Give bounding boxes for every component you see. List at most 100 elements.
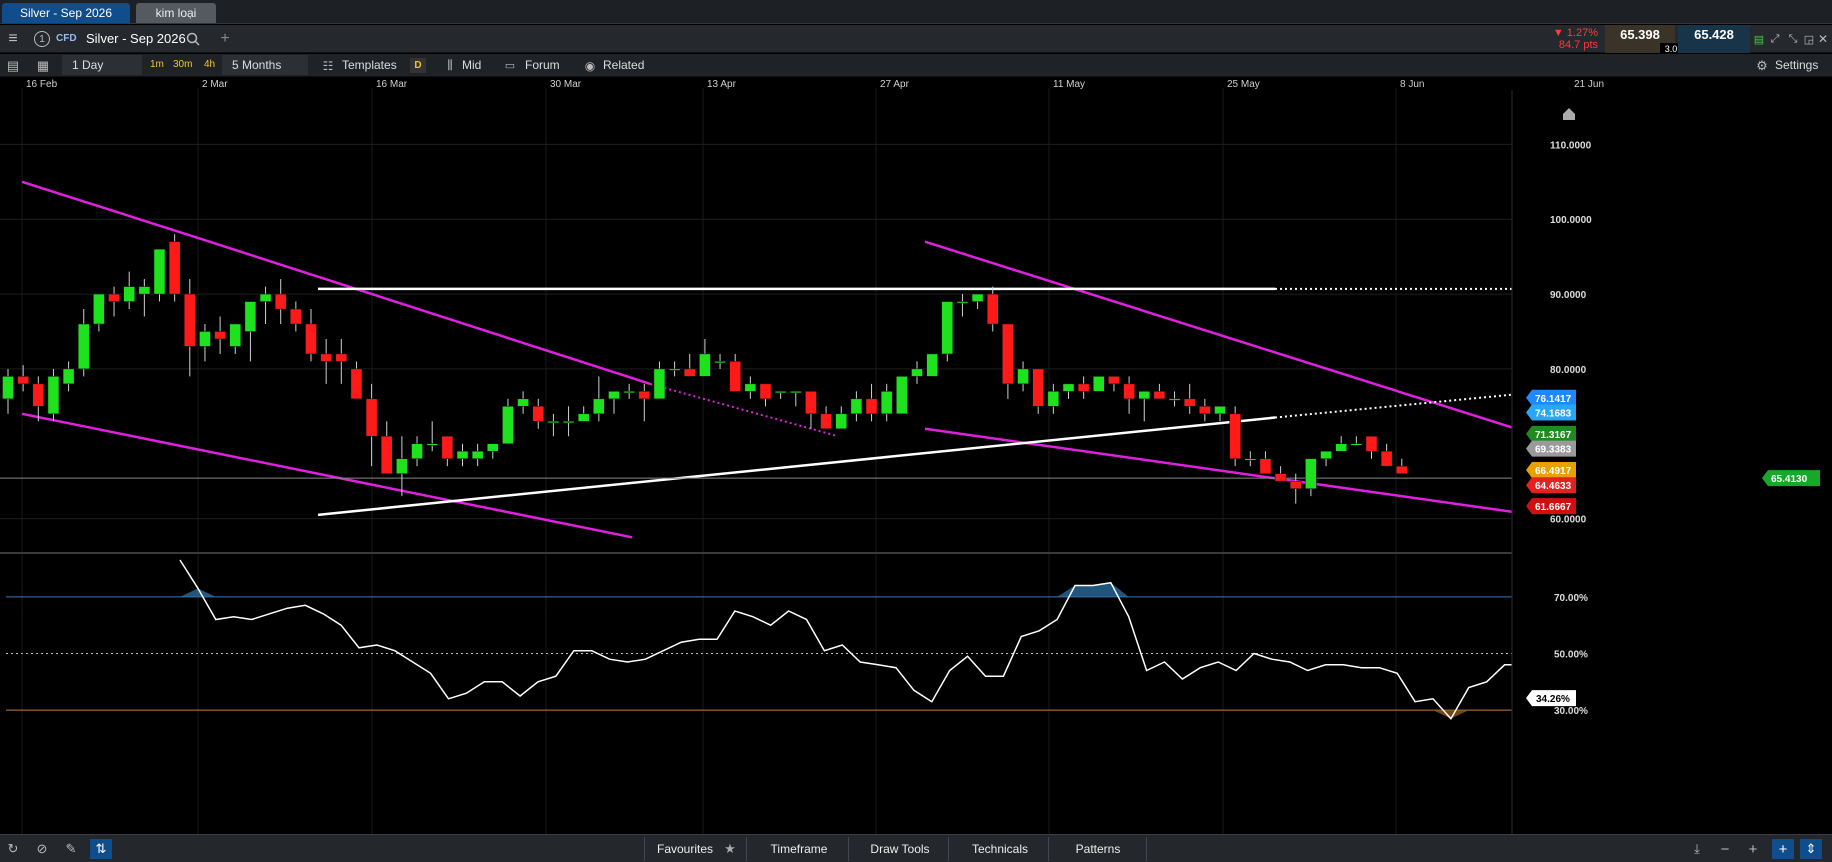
candle-down — [865, 398, 878, 415]
bottom-toolbar: ↻ ⊘ ✎ ⇅ Favourites ★ Timeframe Draw Tool… — [0, 834, 1832, 862]
star-icon[interactable]: ★ — [722, 839, 738, 859]
refresh-icon[interactable]: ↻ — [4, 839, 22, 859]
timeframe-button[interactable]: Timeframe — [758, 839, 840, 859]
candle-up — [2, 376, 14, 400]
candle-down — [290, 308, 302, 325]
buy-price-button[interactable]: 65.428 — [1678, 25, 1750, 53]
tab-kim-loai[interactable]: kim loại — [136, 3, 216, 23]
candle-up — [47, 376, 60, 415]
price-chart[interactable]: 16 Feb 2 Mar 16 Mar 30 Mar 13 Apr 27 Apr 11 Ma… — [0, 78, 1832, 846]
draw-tools-button[interactable]: Draw Tools — [860, 839, 940, 859]
fit-icon[interactable]: ⤓ — [1688, 839, 1706, 859]
date-label: 16 Mar — [376, 79, 408, 90]
quick-30m[interactable]: 30m — [173, 55, 192, 75]
candle-down — [441, 436, 454, 459]
candle-up — [790, 391, 802, 394]
candle-up — [487, 443, 499, 452]
osc-tick-label: 30.00% — [1554, 706, 1588, 717]
expand-icon[interactable]: ⤡ — [1786, 29, 1800, 49]
candle-up — [577, 413, 590, 422]
change-points: 84.7 pts — [1558, 39, 1598, 51]
osc-tick-label: 70.00% — [1554, 593, 1588, 604]
tab-silver[interactable]: Silver - Sep 2026 — [2, 3, 130, 23]
instrument-title[interactable]: Silver - Sep 2026 — [86, 29, 186, 49]
candle-down — [108, 293, 120, 302]
candle-up — [971, 293, 984, 302]
settings-button[interactable]: Settings — [1775, 55, 1818, 75]
candle-down — [1380, 450, 1393, 467]
forum-button[interactable]: Forum — [525, 55, 560, 75]
candle-up — [911, 368, 923, 377]
quick-4h[interactable]: 4h — [204, 55, 215, 75]
candle-down — [1365, 436, 1378, 452]
candle-up — [244, 301, 257, 332]
candle-up — [123, 286, 135, 302]
add-chart-icon[interactable]: + — [1772, 839, 1794, 859]
technicals-button[interactable]: Technicals — [960, 839, 1040, 859]
candle-down — [274, 293, 287, 310]
related-button[interactable]: Related — [603, 55, 644, 75]
grid-icon[interactable]: ▦ — [34, 56, 52, 75]
zoom-out-icon[interactable]: − — [1716, 839, 1734, 859]
hide-icon[interactable]: ⊘ — [33, 839, 51, 859]
pencil-icon[interactable]: ✎ — [62, 839, 80, 859]
price-tag-label: 66.4917 — [1535, 466, 1572, 477]
candle-up — [547, 421, 560, 424]
d-badge[interactable]: D — [410, 58, 426, 73]
interval-select[interactable]: 1 Day — [62, 55, 142, 75]
templates-button[interactable]: Templates — [342, 55, 397, 75]
candle-up — [1320, 450, 1332, 459]
candle-up — [62, 368, 75, 385]
range-select[interactable]: 5 Months — [222, 55, 308, 75]
candle-up — [396, 458, 408, 474]
candle-up — [1350, 443, 1363, 446]
candle-up — [593, 398, 605, 415]
candle-up — [1244, 458, 1257, 461]
candle-down — [1108, 376, 1120, 385]
candle-up — [1093, 376, 1105, 392]
mid-button[interactable]: Mid — [462, 55, 481, 75]
price-tag-label: 74.1683 — [1535, 409, 1572, 420]
price-tick-label: 110.0000 — [1550, 140, 1592, 151]
menu-icon[interactable]: ≡ — [4, 29, 22, 49]
price-tick-label: 60.0000 — [1550, 515, 1587, 526]
candle-up — [411, 443, 423, 459]
date-label: 2 Mar — [202, 79, 228, 90]
date-label: 30 Mar — [550, 79, 582, 90]
candle-up — [1017, 368, 1029, 385]
add-icon[interactable]: + — [216, 29, 234, 49]
patterns-button[interactable]: Patterns — [1060, 839, 1136, 859]
candle-up — [471, 450, 484, 459]
layout-icon[interactable]: ▤ — [4, 56, 22, 75]
date-label: 11 May — [1053, 79, 1085, 90]
favourites-button[interactable]: Favourites — [652, 839, 718, 859]
crosshair-icon[interactable]: ⇅ — [90, 839, 112, 859]
zoom-in-icon[interactable]: + — [1744, 839, 1762, 859]
close-icon[interactable]: ✕ — [1816, 29, 1830, 49]
chart-area[interactable]: 16 Feb 2 Mar 16 Mar 30 Mar 13 Apr 27 Apr 11 Ma… — [0, 78, 1832, 846]
search-icon[interactable] — [184, 29, 202, 49]
pin-icon[interactable]: ⤢ — [1768, 29, 1782, 49]
candle-down — [1153, 391, 1166, 400]
candle-up — [1214, 406, 1226, 415]
candle-up — [926, 353, 938, 377]
price-axis — [1512, 90, 1832, 846]
scroll-icon[interactable]: ⇕ — [1800, 839, 1822, 859]
market-depth-icon[interactable]: ▤ — [1752, 29, 1766, 49]
instrument-number[interactable]: 1 — [34, 31, 50, 47]
candle-up — [138, 286, 151, 295]
date-label: 8 Jun — [1400, 79, 1424, 90]
candle-down — [1183, 398, 1196, 407]
price-tick-label: 80.0000 — [1550, 365, 1587, 376]
candle-down — [987, 293, 999, 325]
candle-down — [759, 383, 772, 400]
candle-down — [805, 391, 817, 415]
candle-down — [638, 391, 651, 400]
candle-up — [668, 368, 681, 371]
popout-icon[interactable]: ◲ — [1802, 29, 1816, 49]
templates-icon: ☷ — [322, 58, 334, 73]
quick-1m[interactable]: 1m — [150, 55, 164, 75]
price-tick-label: 90.0000 — [1550, 290, 1587, 301]
candle-up — [229, 323, 241, 347]
candle-up — [199, 331, 211, 347]
